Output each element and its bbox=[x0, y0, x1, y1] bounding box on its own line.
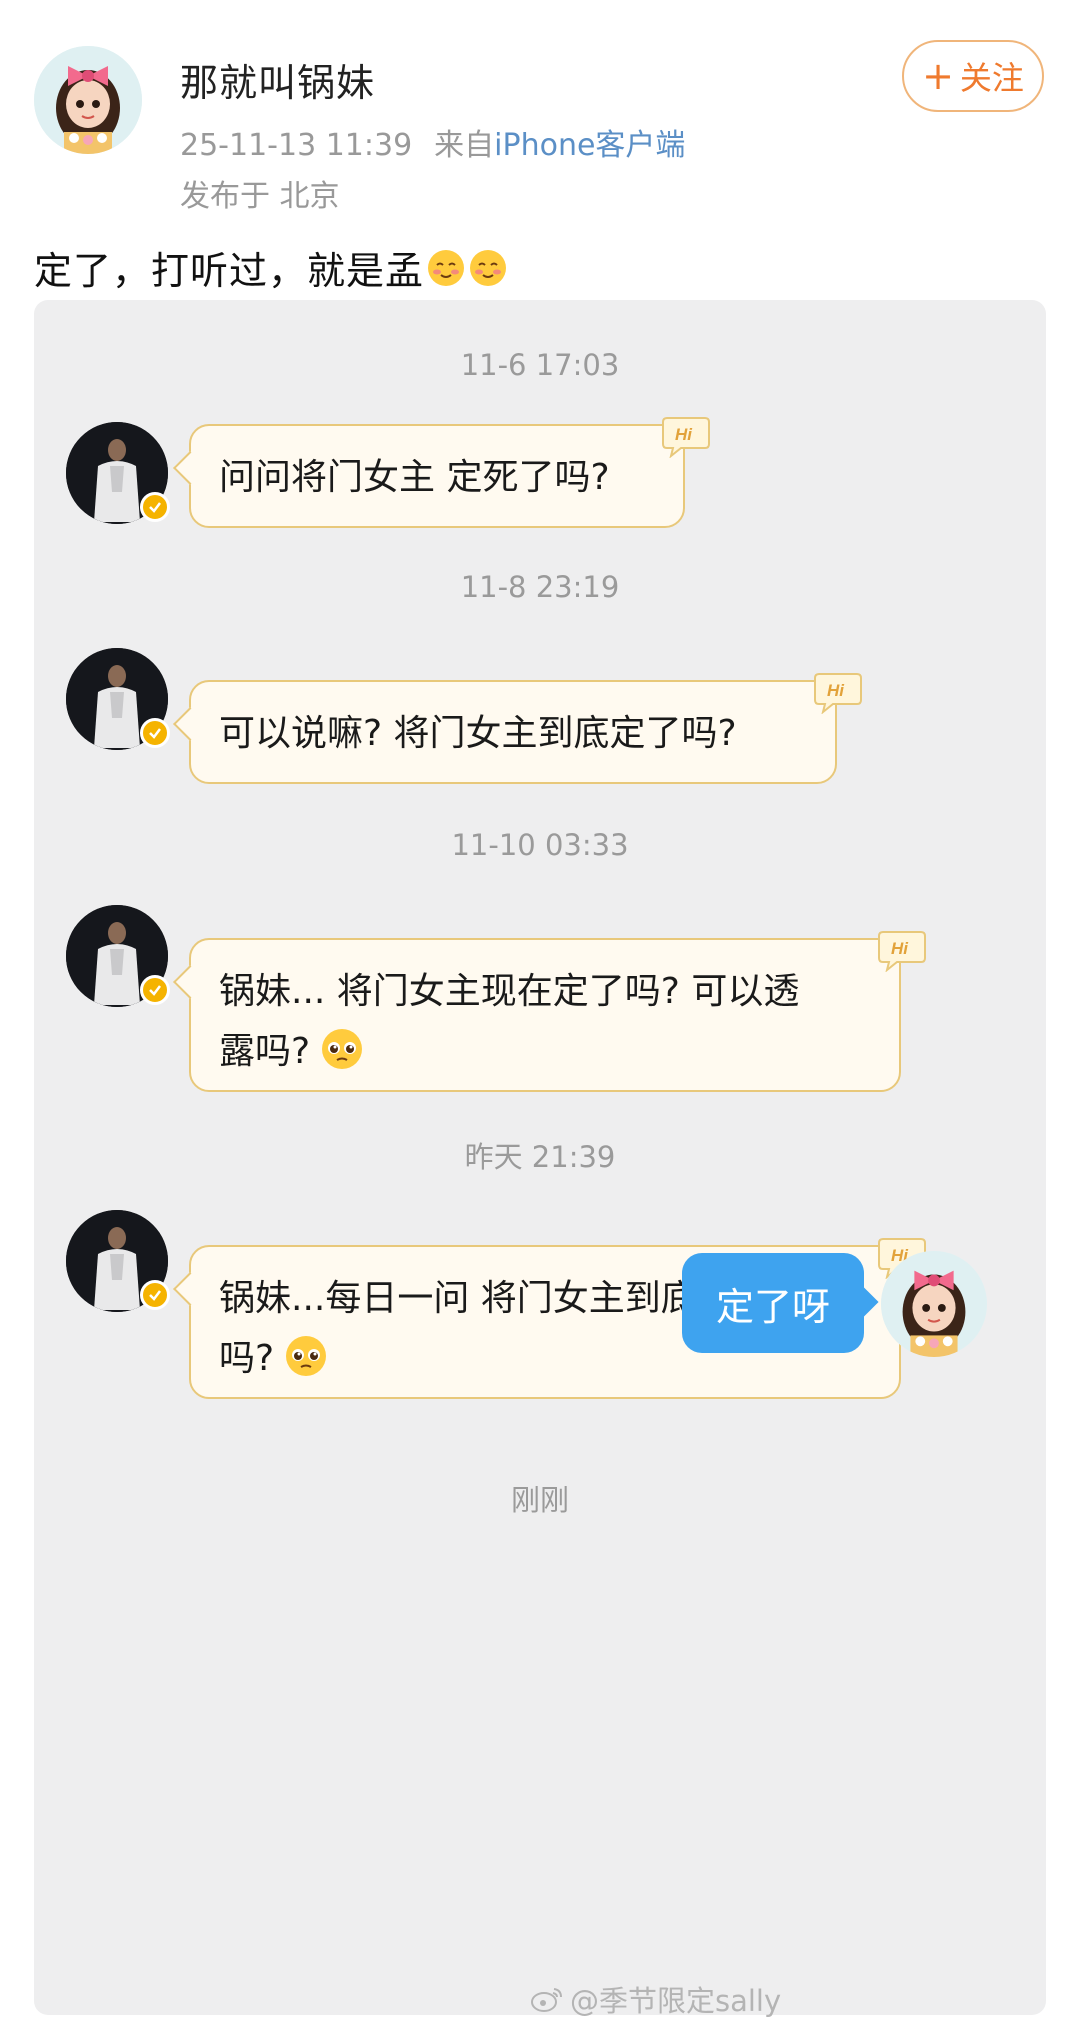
pleading-emoji-icon bbox=[322, 1029, 363, 1069]
message-timestamp: 11-8 23:19 bbox=[460, 570, 620, 604]
author-name[interactable]: 那就叫锅妹 bbox=[180, 52, 375, 107]
reply-text: 定了呀 bbox=[715, 1284, 830, 1329]
plus-icon: + bbox=[922, 54, 954, 98]
message-timestamp: 刚刚 bbox=[510, 1483, 569, 1517]
post-datetime: 25-11-13 11:39 bbox=[180, 128, 413, 163]
outgoing-message-bubble: 定了呀 bbox=[682, 1253, 864, 1353]
hi-sticker-icon: Hi bbox=[662, 417, 710, 458]
message-timestamp: 昨天 21:39 bbox=[464, 1140, 616, 1174]
hi-label: Hi bbox=[675, 425, 693, 444]
verified-badge-icon bbox=[140, 492, 170, 522]
watermark-text: @季节限定sally bbox=[570, 1984, 782, 2018]
message-text: 问问将门女主 定死了吗? bbox=[219, 457, 610, 498]
message-text-line: 锅妹... 将门女主现在定了吗? 可以透 bbox=[219, 971, 800, 1012]
message-text-line: 露吗? bbox=[219, 1022, 871, 1082]
follow-button[interactable]: + 关注 bbox=[902, 40, 1044, 112]
my-avatar bbox=[881, 1251, 987, 1357]
post-meta: 25-11-13 11:39 来自iPhone客户端 bbox=[180, 120, 685, 164]
follow-label: 关注 bbox=[959, 59, 1024, 97]
sender-avatar bbox=[66, 648, 170, 750]
message-text: 可以说嘛? 将门女主到底定了吗? bbox=[219, 713, 737, 754]
blushing-emoji-icon bbox=[428, 249, 465, 286]
hi-label: Hi bbox=[891, 939, 909, 958]
post-text-content: 定了，打听过，就是孟 bbox=[34, 249, 425, 293]
watermark: @季节限定sally bbox=[530, 1978, 781, 2020]
sender-avatar bbox=[66, 1210, 170, 1312]
pleading-emoji-icon bbox=[286, 1336, 327, 1376]
weibo-logo-icon bbox=[531, 1988, 562, 2012]
author-avatar[interactable] bbox=[34, 46, 142, 154]
post-header: 那就叫锅妹 25-11-13 11:39 来自iPhone客户端 发布于 北京 +… bbox=[0, 0, 1079, 230]
hi-label: Hi bbox=[827, 681, 845, 700]
girl-avatar-icon bbox=[34, 46, 142, 154]
blushing-emoji-icon bbox=[470, 249, 507, 286]
verified-badge-icon bbox=[140, 975, 170, 1005]
post-location: 发布于 北京 bbox=[180, 179, 340, 214]
incoming-message-bubble: 可以说嘛? 将门女主到底定了吗? Hi bbox=[189, 673, 862, 784]
verified-badge-icon bbox=[140, 718, 170, 748]
incoming-message-bubble: 问问将门女主 定死了吗? Hi bbox=[189, 417, 710, 528]
chat-screenshot-image[interactable]: 11-6 17:03 问问将门女主 定死了吗? Hi 11-8 23:19 可以… bbox=[34, 300, 1046, 2015]
hi-sticker-icon: Hi bbox=[878, 931, 926, 972]
message-timestamp: 11-10 03:33 bbox=[451, 828, 629, 862]
message-timestamp: 11-6 17:03 bbox=[460, 348, 620, 382]
girl-avatar-icon bbox=[881, 1251, 987, 1357]
verified-badge-icon bbox=[140, 1280, 170, 1310]
source-prefix: 来自 bbox=[434, 128, 495, 163]
source-client[interactable]: iPhone客户端 bbox=[494, 128, 685, 163]
sender-avatar bbox=[66, 422, 170, 524]
incoming-message-bubble: 锅妹... 将门女主现在定了吗? 可以透 露吗? Hi bbox=[189, 931, 926, 1092]
post-text: 定了，打听过，就是孟 bbox=[34, 240, 508, 295]
sender-avatar bbox=[66, 905, 170, 1007]
hi-sticker-icon: Hi bbox=[814, 673, 862, 714]
